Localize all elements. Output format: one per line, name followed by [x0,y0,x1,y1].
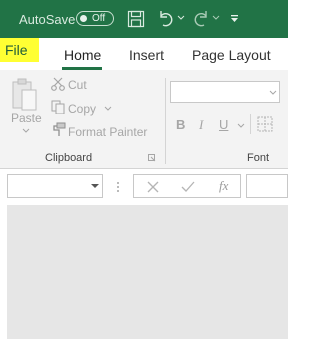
font-divider [250,114,251,134]
underline-button[interactable]: U [219,117,228,132]
title-bar: AutoSave Off [0,0,288,38]
cancel-icon[interactable] [147,181,159,193]
cut-button[interactable]: Cut [68,78,87,92]
tab-insert[interactable]: Insert [129,47,164,63]
font-dropdown-icon[interactable] [269,90,277,95]
undo-dropdown-icon[interactable] [177,14,185,22]
formula-input[interactable] [246,174,288,198]
save-icon[interactable] [127,10,145,28]
font-name-box[interactable] [170,81,280,103]
tab-file-label: File [5,42,28,58]
underline-dropdown-icon[interactable] [237,123,245,128]
paste-icon[interactable] [11,78,39,112]
formula-bar: fx [0,169,288,205]
formula-buttons: fx [133,174,241,198]
clipboard-launcher-icon[interactable] [148,154,156,162]
borders-icon[interactable] [257,116,273,132]
paste-button[interactable]: Paste [11,111,42,125]
undo-icon[interactable] [157,10,175,28]
name-box-dropdown-icon[interactable] [91,184,99,189]
paste-dropdown-icon[interactable] [22,128,30,134]
customize-quick-access-icon[interactable] [230,14,239,23]
copy-dropdown-icon[interactable] [104,106,112,112]
font-group-label: Font [247,152,270,164]
copy-icon[interactable] [51,100,65,114]
tab-home[interactable]: Home [64,47,101,63]
insert-function-button[interactable]: fx [219,178,228,194]
worksheet-area[interactable] [7,205,288,339]
format-painter-icon[interactable] [51,122,66,137]
enter-check-icon[interactable] [181,181,195,193]
format-painter-button[interactable]: Format Painter [68,125,147,139]
autosave-label: AutoSave [19,12,76,27]
autosave-knob [80,15,87,22]
autosave-toggle[interactable]: Off [76,11,114,26]
ribbon-tabs: File Home Insert Page Layout [0,38,288,70]
copy-button[interactable]: Copy [68,102,96,116]
name-box[interactable] [7,174,103,198]
redo-icon[interactable] [192,10,210,28]
cut-icon[interactable] [51,77,65,91]
italic-button[interactable]: I [199,117,203,133]
bold-button[interactable]: B [176,117,185,132]
autosave-state: Off [92,13,106,24]
tab-file[interactable]: File [0,38,39,62]
redo-dropdown-icon[interactable] [212,14,220,22]
group-divider [165,78,166,164]
tab-page-layout[interactable]: Page Layout [192,47,271,63]
ribbon: Paste Cut Copy Format Painter Clipboard … [0,70,288,169]
clipboard-group-label: Clipboard [45,152,93,164]
formula-bar-grip-icon [117,182,119,192]
